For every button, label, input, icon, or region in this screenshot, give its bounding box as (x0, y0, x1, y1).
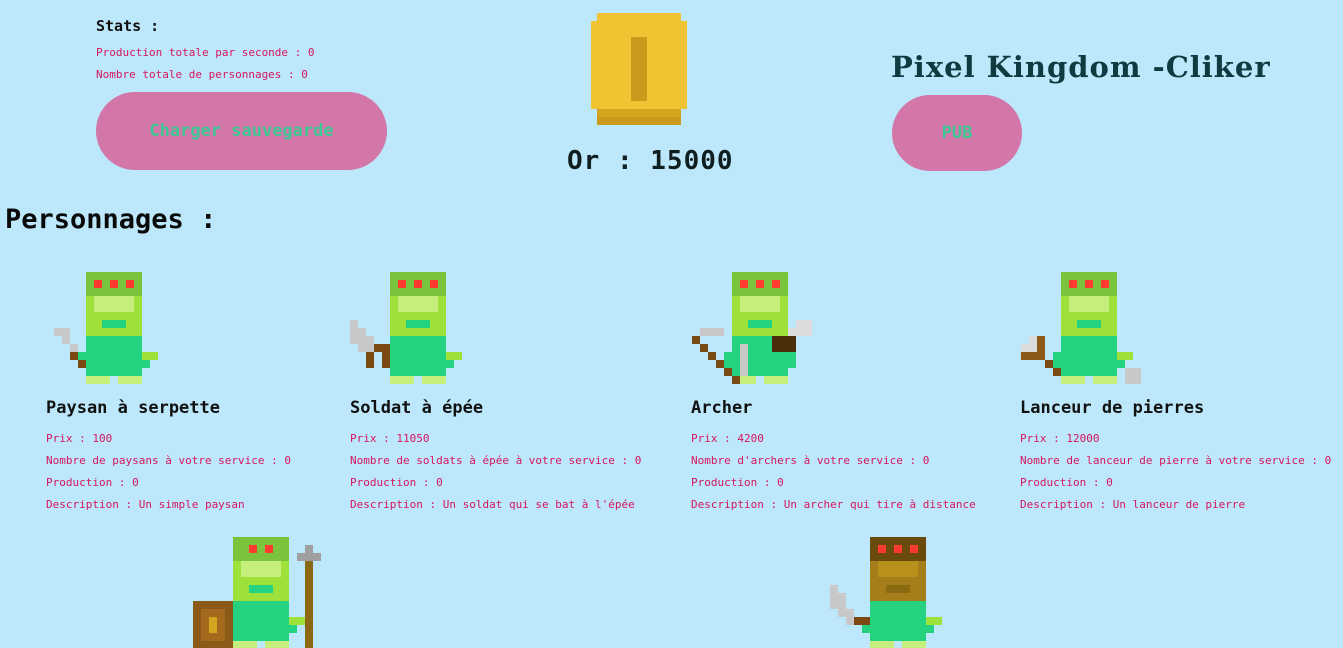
character-production: Production : 0 (1020, 476, 1113, 489)
character-price: Prix : 4200 (691, 432, 764, 445)
gold-coin-icon[interactable] (591, 13, 687, 127)
character-description: Description : Un archer qui tire à dista… (691, 498, 976, 511)
character-price: Prix : 11050 (350, 432, 430, 445)
character-description: Description : Un lanceur de pierre (1020, 498, 1246, 511)
character-name: Soldat à épée (350, 398, 484, 418)
pub-button[interactable]: PUB (892, 95, 1022, 171)
stats-title: Stats : (96, 17, 160, 35)
character-name: Archer (691, 398, 753, 418)
gold-counter: Or : 15000 (567, 146, 734, 176)
spearman-shield-icon[interactable] (193, 537, 321, 648)
game-title: Pixel Kingdom -Cliker (891, 50, 1271, 84)
character-name: Lanceur de pierres (1020, 398, 1205, 418)
stone-thrower-icon[interactable] (1021, 272, 1141, 384)
character-price: Prix : 100 (46, 432, 113, 445)
archer-bow-icon[interactable] (692, 272, 812, 384)
character-production: Production : 0 (350, 476, 443, 489)
character-name: Paysan à serpette (46, 398, 220, 418)
character-description: Description : Un simple paysan (46, 498, 245, 511)
character-count: Nombre d'archers à votre service : 0 (691, 454, 930, 467)
load-save-button[interactable]: Charger sauvegarde (96, 92, 387, 170)
armored-knight-icon[interactable] (830, 537, 942, 648)
character-production: Production : 0 (691, 476, 784, 489)
character-production: Production : 0 (46, 476, 139, 489)
characters-section-title: Personnages : (5, 204, 217, 235)
character-count: Nombre de paysans à votre service : 0 (46, 454, 292, 467)
character-description: Description : Un soldat qui se bat à l'é… (350, 498, 635, 511)
total-production-label: Production totale par seconde : 0 (96, 46, 315, 59)
peasant-sickle-icon[interactable] (54, 272, 158, 384)
total-characters-label: Nombre totale de personnages : 0 (96, 68, 308, 81)
soldier-sword-icon[interactable] (350, 272, 462, 384)
character-price: Prix : 12000 (1020, 432, 1100, 445)
character-count: Nombre de lanceur de pierre à votre serv… (1020, 454, 1332, 467)
character-count: Nombre de soldats à épée à votre service… (350, 454, 642, 467)
